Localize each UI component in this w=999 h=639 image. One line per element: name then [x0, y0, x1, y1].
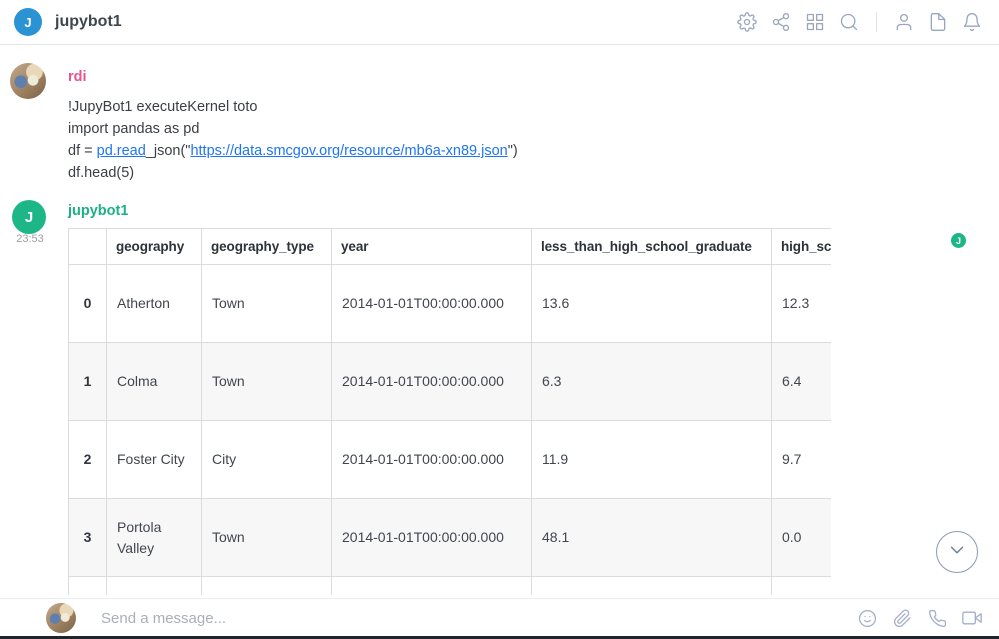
table-cell: 0.0 [772, 499, 832, 577]
table-head-row: geographygeography_typeyearless_than_hig… [69, 229, 832, 265]
table-cell [532, 577, 772, 596]
table-cell: Atherton [107, 265, 202, 343]
grid-icon [805, 12, 825, 32]
search-icon [839, 12, 859, 32]
link-data-url[interactable]: https://data.smcgov.org/resource/mb6a-xn… [190, 143, 507, 159]
table-cell: 12.3 [772, 265, 832, 343]
share-button[interactable] [768, 9, 794, 35]
current-user-avatar [46, 603, 76, 633]
message-body: !JupyBot1 executeKernel toto import pand… [68, 96, 518, 184]
table-cell: Colma [107, 343, 202, 421]
table-cell: 1 [69, 343, 107, 421]
table-cell [772, 577, 832, 596]
smiley-icon [858, 609, 877, 628]
gear-icon [737, 12, 757, 32]
bot-read-badge-letter: J [956, 236, 961, 246]
dataframe-table-container: geographygeography_typeyearless_than_hig… [68, 228, 831, 595]
table-cell: 13.6 [532, 265, 772, 343]
column-header: geography [107, 229, 202, 265]
table-cell [107, 577, 202, 596]
jump-to-latest-button[interactable] [936, 531, 978, 573]
channel-title: jupybot1 [55, 13, 122, 31]
column-header: geography_type [202, 229, 332, 265]
link-pd-read[interactable]: pd.read [97, 143, 146, 159]
table-row: 3Portola ValleyTown2014-01-01T00:00:00.0… [69, 499, 832, 577]
dataframe-table: geographygeography_typeyearless_than_hig… [68, 228, 831, 595]
video-call-button[interactable] [959, 605, 985, 631]
search-button[interactable] [836, 9, 862, 35]
chat-window: J jupybot1 [0, 0, 999, 639]
bot-avatar[interactable]: J [12, 200, 46, 234]
message-composer [0, 598, 999, 637]
table-cell: Town [202, 343, 332, 421]
message-line: !JupyBot1 executeKernel toto [68, 96, 518, 118]
column-header: less_than_high_school_graduate [532, 229, 772, 265]
person-icon [894, 12, 914, 32]
user-avatar[interactable] [10, 63, 46, 99]
table-row: 2Foster CityCity2014-01-01T00:00:00.0001… [69, 421, 832, 499]
table-cell: Portola Valley [107, 499, 202, 577]
table-cell: 3 [69, 499, 107, 577]
table-cell [69, 577, 107, 596]
table-cell: 2014-01-01T00:00:00.000 [332, 343, 532, 421]
column-header: high_school_graduate [772, 229, 832, 265]
file-icon [928, 12, 948, 32]
message-input[interactable] [101, 610, 854, 627]
bell-icon [962, 12, 982, 32]
phone-icon [928, 609, 947, 628]
settings-button[interactable] [734, 9, 760, 35]
channel-header: J jupybot1 [0, 0, 999, 45]
table-cell: 2 [69, 421, 107, 499]
emoji-button[interactable] [854, 605, 880, 631]
message-timestamp: 23:53 [8, 233, 52, 245]
members-button[interactable] [891, 9, 917, 35]
table-cell: 0 [69, 265, 107, 343]
call-button[interactable] [924, 605, 950, 631]
table-cell [332, 577, 532, 596]
message-line: df = pd.read_json("https://data.smcgov.o… [68, 140, 518, 162]
code-text: _json(" [146, 143, 191, 159]
table-row: 0AthertonTown2014-01-01T00:00:00.00013.6… [69, 265, 832, 343]
table-cell: 11.9 [532, 421, 772, 499]
table-row: 1ColmaTown2014-01-01T00:00:00.0006.36.4 [69, 343, 832, 421]
composer-toolbar [854, 605, 985, 631]
channel-avatar: J [14, 8, 42, 36]
table-cell: 2014-01-01T00:00:00.000 [332, 499, 532, 577]
table-cell: 9.7 [772, 421, 832, 499]
attach-button[interactable] [889, 605, 915, 631]
code-text: df = [68, 143, 97, 159]
toolbar-divider [876, 12, 877, 32]
message-author[interactable]: jupybot1 [68, 203, 128, 219]
share-icon [771, 12, 791, 32]
table-cell: 6.3 [532, 343, 772, 421]
paperclip-icon [893, 609, 912, 628]
bot-read-badge: J [951, 233, 966, 248]
header-toolbar [734, 9, 985, 35]
table-cell: City [202, 421, 332, 499]
table-row [69, 577, 832, 596]
table-cell: 2014-01-01T00:00:00.000 [332, 265, 532, 343]
table-cell: Town [202, 265, 332, 343]
channel-avatar-letter: J [24, 15, 31, 30]
message-line: import pandas as pd [68, 118, 518, 140]
code-text: ") [508, 143, 518, 159]
column-header [69, 229, 107, 265]
files-button[interactable] [925, 9, 951, 35]
table-cell: 48.1 [532, 499, 772, 577]
table-cell: Foster City [107, 421, 202, 499]
bot-avatar-letter: J [25, 209, 33, 226]
column-header: year [332, 229, 532, 265]
table-cell: Town [202, 499, 332, 577]
table-cell: 6.4 [772, 343, 832, 421]
apps-button[interactable] [802, 9, 828, 35]
chevron-down-icon [946, 539, 968, 566]
table-cell: 2014-01-01T00:00:00.000 [332, 421, 532, 499]
notifications-button[interactable] [959, 9, 985, 35]
message-author[interactable]: rdi [68, 69, 87, 85]
table-cell [202, 577, 332, 596]
message-line: df.head(5) [68, 162, 518, 184]
video-camera-icon [962, 608, 982, 628]
